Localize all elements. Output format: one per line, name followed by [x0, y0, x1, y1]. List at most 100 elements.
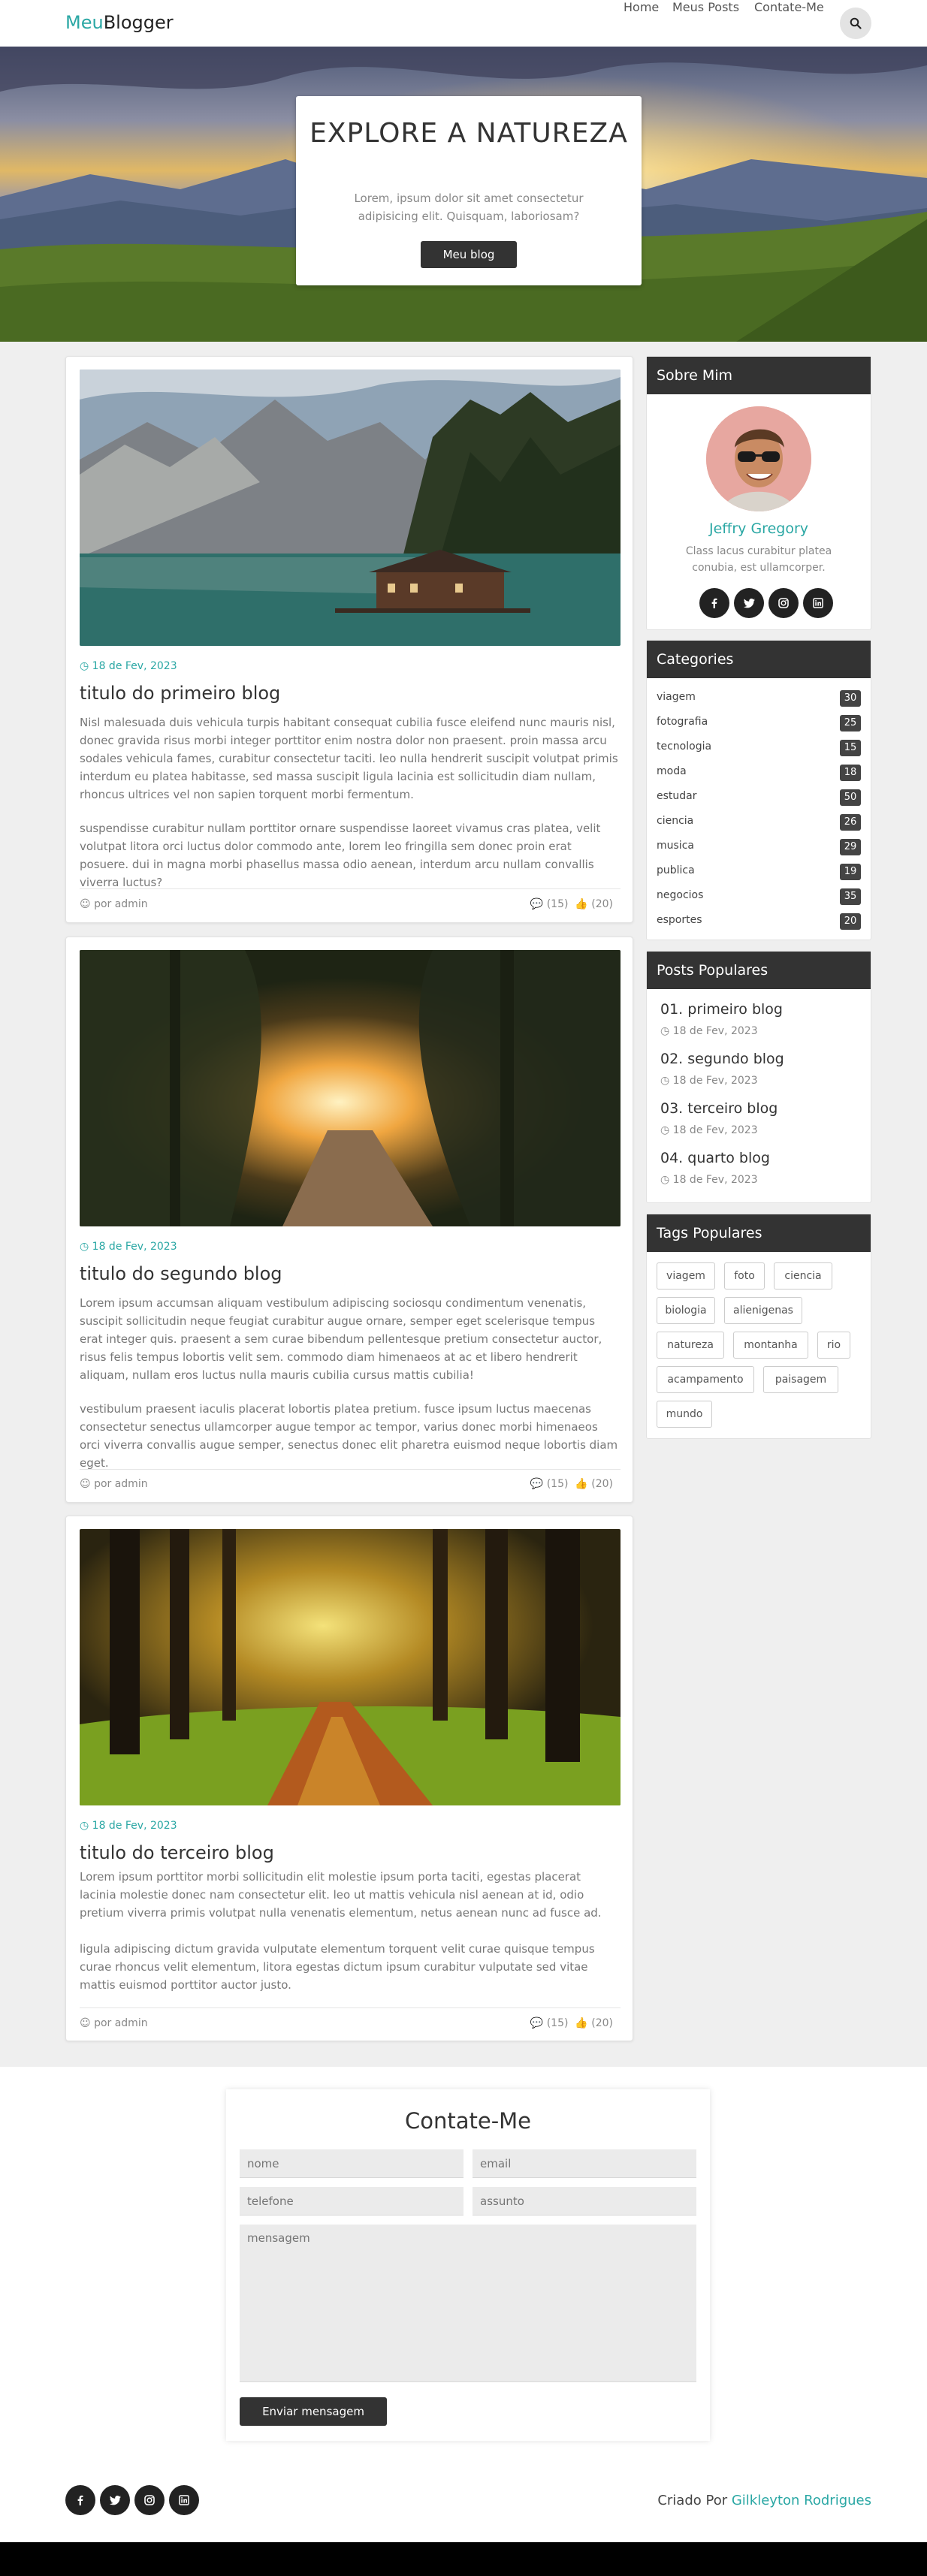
category-name: esportes — [657, 914, 702, 926]
brand-logo[interactable]: MeuBlogger — [65, 12, 174, 33]
category-item[interactable]: estudar 50 — [657, 785, 861, 810]
tag-chip[interactable]: mundo — [657, 1401, 712, 1428]
post-title[interactable]: titulo do terceiro blog — [80, 1842, 274, 1863]
nav-link-home[interactable]: Home — [624, 0, 659, 14]
category-item[interactable]: ciencia 26 — [657, 810, 861, 834]
search-icon — [850, 17, 862, 29]
category-item[interactable]: musica 29 — [657, 834, 861, 859]
bottom-bar — [0, 2542, 927, 2576]
post-author: ☺ por admin — [80, 2017, 148, 2029]
tag-chip[interactable]: foto — [724, 1262, 765, 1290]
comment-icon[interactable]: 💬 — [530, 898, 543, 910]
category-name: fotografia — [657, 716, 708, 728]
post-date: ◷ 18 de Fev, 2023 — [80, 1241, 177, 1253]
post-title[interactable]: titulo do primeiro blog — [80, 683, 280, 704]
like-icon[interactable]: 👍 — [575, 1478, 587, 1490]
comment-count: (15) — [546, 1478, 569, 1490]
category-item[interactable]: fotografia 25 — [657, 710, 861, 735]
like-icon[interactable]: 👍 — [575, 898, 587, 910]
tag-chip[interactable]: acampamento — [657, 1366, 754, 1393]
popular-post-title[interactable]: 03. terceiro blog — [660, 1100, 778, 1117]
post-image-forest-path[interactable] — [80, 950, 621, 1226]
category-item[interactable]: moda 18 — [657, 760, 861, 785]
phone-field[interactable] — [240, 2187, 464, 2216]
category-item[interactable]: publica 19 — [657, 859, 861, 884]
like-icon[interactable]: 👍 — [575, 2017, 587, 2029]
twitter-icon[interactable] — [734, 588, 764, 618]
post-author-text: por admin — [94, 2017, 148, 2029]
category-item[interactable]: tecnologia 15 — [657, 735, 861, 760]
hero-title: EXPLORE A NATUREZA — [310, 118, 628, 149]
tag-chip[interactable]: alienigenas — [724, 1297, 802, 1324]
contact-title: Contate-Me — [404, 2108, 532, 2134]
nav-link-contate-me[interactable]: Contate-Me — [754, 0, 824, 14]
category-name: estudar — [657, 790, 697, 802]
meu-blog-button[interactable]: Meu blog — [421, 241, 517, 268]
post-image-green-forest[interactable] — [80, 1529, 621, 1805]
name-field[interactable] — [240, 2149, 464, 2178]
category-name: moda — [657, 765, 687, 777]
category-item[interactable]: negocios 35 — [657, 884, 861, 909]
submit-message-button[interactable]: Enviar mensagem — [240, 2397, 387, 2426]
tag-chip[interactable]: viagem — [657, 1262, 715, 1290]
linkedin-icon[interactable] — [803, 588, 833, 618]
instagram-icon[interactable] — [768, 588, 799, 618]
post-author-text: por admin — [94, 1478, 148, 1490]
popular-post-title[interactable]: 04. quarto blog — [660, 1150, 770, 1166]
tag-chip[interactable]: paisagem — [763, 1366, 838, 1393]
email-field[interactable] — [473, 2149, 696, 2178]
category-name: viagem — [657, 691, 696, 703]
green-forest-image — [80, 1529, 621, 1805]
popular-post-title[interactable]: 01. primeiro blog — [660, 1001, 783, 1018]
tag-chip[interactable]: montanha — [733, 1332, 808, 1359]
clock-icon: ◷ — [80, 660, 89, 672]
popular-post-title[interactable]: 02. segundo blog — [660, 1051, 784, 1067]
footer: Criado Por Gilkleyton Rodrigues — [0, 2461, 927, 2542]
post-date-text: 18 de Fev, 2023 — [92, 660, 177, 672]
contact-form: Contate-Me Enviar mensagem — [226, 2089, 710, 2441]
category-item[interactable]: viagem 30 — [657, 686, 861, 710]
search-button[interactable] — [840, 8, 871, 39]
clock-icon: ◷ — [80, 1820, 89, 1832]
comment-icon[interactable]: 💬 — [530, 2017, 543, 2029]
post-date: ◷ 18 de Fev, 2023 — [80, 660, 177, 672]
post-stats: 💬 (15) 👍 (20) — [530, 898, 613, 910]
footer-credit: Criado Por Gilkleyton Rodrigues — [657, 2493, 871, 2508]
tag-chip[interactable]: biologia — [657, 1297, 715, 1324]
post-author-text: por admin — [94, 898, 148, 910]
category-count: 35 — [840, 888, 861, 905]
comment-icon[interactable]: 💬 — [530, 1478, 543, 1490]
facebook-icon[interactable] — [699, 588, 729, 618]
tag-chip[interactable]: rio — [817, 1332, 850, 1359]
post-image-lake-mountains[interactable] — [80, 370, 621, 646]
post-stats: 💬 (15) 👍 (20) — [530, 2017, 613, 2029]
popular-post-date-text: 18 de Fev, 2023 — [672, 1174, 758, 1186]
post-paragraph-1: Nisl malesuada duis vehicula turpis habi… — [80, 716, 618, 801]
post-title[interactable]: titulo do segundo blog — [80, 1263, 282, 1284]
brand-rest: Blogger — [103, 12, 174, 33]
post-author: ☺ por admin — [80, 898, 148, 910]
brand-accent: Meu — [65, 12, 104, 33]
about-name: Jeffry Gregory — [708, 520, 809, 537]
facebook-icon[interactable] — [65, 2485, 95, 2515]
post-date-text: 18 de Fev, 2023 — [92, 1820, 177, 1832]
like-count: (20) — [591, 1478, 613, 1490]
category-count: 50 — [840, 789, 861, 806]
tag-chip[interactable]: natureza — [657, 1332, 724, 1359]
user-icon: ☺ — [80, 1478, 91, 1490]
instagram-icon[interactable] — [134, 2485, 165, 2515]
subject-field[interactable] — [473, 2187, 696, 2216]
category-name: musica — [657, 840, 694, 852]
author-link[interactable]: Gilkleyton Rodrigues — [732, 2493, 871, 2508]
nav-link-meus-posts[interactable]: Meus Posts — [672, 0, 739, 14]
categories-widget: Categories viagem 30 fotografia 25 tecnolo… — [646, 640, 871, 940]
message-field[interactable] — [240, 2225, 696, 2382]
about-widget: Sobre Mim Jeffry Gregory Class lacus cur… — [646, 356, 871, 630]
category-item[interactable]: esportes 20 — [657, 909, 861, 934]
linkedin-icon[interactable] — [169, 2485, 199, 2515]
tag-chip[interactable]: ciencia — [774, 1262, 832, 1290]
popular-post-date-text: 18 de Fev, 2023 — [672, 1075, 758, 1087]
twitter-icon[interactable] — [100, 2485, 130, 2515]
category-count: 18 — [840, 765, 861, 781]
clock-icon: ◷ — [660, 1124, 670, 1136]
